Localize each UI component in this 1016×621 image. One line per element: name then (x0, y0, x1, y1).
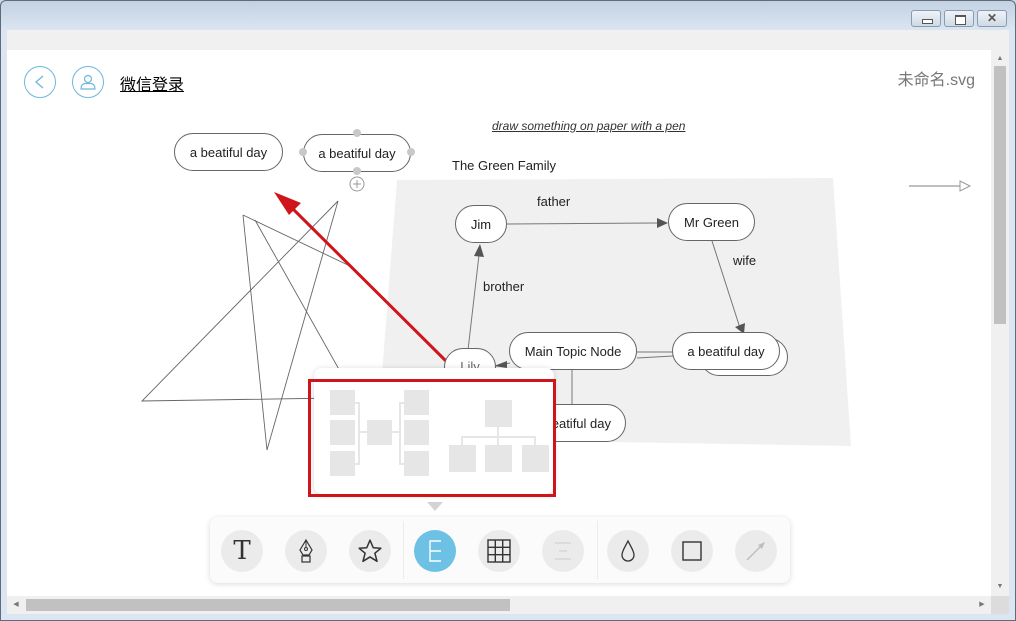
pen-tool-button[interactable] (285, 530, 327, 572)
scroll-left-arrow[interactable]: ◀ (9, 596, 23, 614)
arrow-line-icon (746, 542, 765, 561)
toolbar-divider (403, 521, 404, 579)
close-button[interactable]: ✕ (977, 10, 1007, 27)
fill-tool-button[interactable] (607, 530, 649, 572)
grid-icon (487, 539, 511, 563)
node-day-right[interactable]: a beatiful day (672, 332, 780, 370)
highlight-annotation-box (308, 379, 556, 497)
droplet-icon (621, 539, 635, 562)
freehand-stroke[interactable] (242, 214, 353, 268)
freehand-stroke[interactable] (254, 219, 351, 390)
toolbar-divider (597, 521, 598, 579)
node-jim[interactable]: Jim (455, 205, 507, 243)
resize-handle-top[interactable] (353, 129, 361, 137)
layout-E-icon (429, 540, 441, 562)
selection-handles (299, 129, 415, 192)
group-title[interactable]: The Green Family (452, 158, 556, 173)
node-main-topic[interactable]: Main Topic Node (509, 332, 637, 370)
scrollbar-corner (991, 596, 1009, 614)
canvas-viewport[interactable]: 微信登录 未命名.svg a beatiful day a beatiful d… (7, 50, 991, 596)
resize-handle-right[interactable] (407, 148, 415, 156)
topic-node[interactable]: a beatiful day (174, 133, 283, 171)
minimize-button[interactable] (911, 10, 941, 27)
fountain-pen-icon (299, 538, 313, 563)
popover-pointer (427, 502, 443, 511)
vertical-scroll-thumb[interactable] (994, 66, 1006, 324)
text-tool-button[interactable]: T (221, 530, 263, 572)
horizontal-scrollbar[interactable]: ◀ ▶ (7, 596, 991, 614)
window-top-bar (7, 30, 1009, 50)
edge-label-wife[interactable]: wife (733, 253, 756, 268)
scroll-right-arrow[interactable]: ▶ (975, 596, 989, 614)
edge-label-brother[interactable]: brother (483, 279, 524, 294)
edge-label-father[interactable]: father (537, 194, 570, 209)
window-controls: ✕ (911, 10, 1007, 27)
vertical-scrollbar[interactable]: ▲ ▼ (991, 50, 1009, 596)
align-center-icon (555, 542, 571, 560)
resize-handle-bottom[interactable] (353, 167, 361, 175)
resize-handle-left[interactable] (299, 148, 307, 156)
square-icon (682, 541, 702, 561)
table-tool-button[interactable] (478, 530, 520, 572)
star-icon (358, 539, 382, 563)
shape-tool-button[interactable] (349, 530, 391, 572)
arrow-head-icon (959, 180, 972, 192)
restore-button[interactable] (944, 10, 974, 27)
connector-tool-button[interactable] (735, 530, 777, 572)
bottom-toolbar: T (210, 517, 790, 583)
horizontal-scroll-thumb[interactable] (26, 599, 510, 611)
layout-tool-button[interactable] (414, 530, 456, 572)
scroll-down-arrow[interactable]: ▼ (991, 580, 1009, 594)
text-T-icon: T (233, 536, 251, 566)
scroll-up-arrow[interactable]: ▲ (991, 52, 1009, 66)
node-mr-green[interactable]: Mr Green (668, 203, 755, 241)
text-note[interactable]: draw something on paper with a pen (492, 119, 685, 133)
align-tool-button[interactable] (542, 530, 584, 572)
border-tool-button[interactable] (671, 530, 713, 572)
